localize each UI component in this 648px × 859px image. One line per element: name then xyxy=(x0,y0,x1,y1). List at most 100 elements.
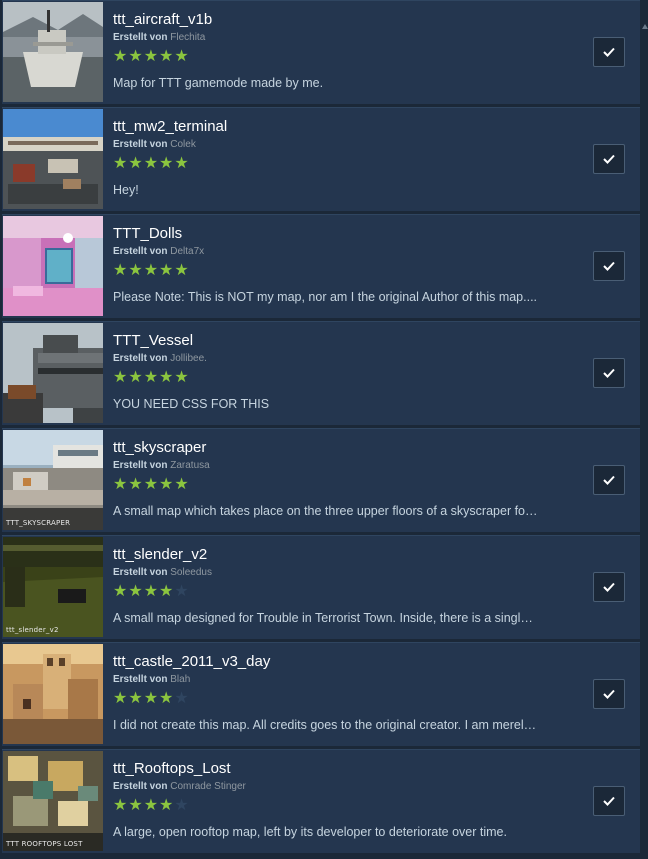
star-icon: ★ xyxy=(143,153,159,172)
star-icon: ★ xyxy=(143,474,159,493)
star-icon: ★ xyxy=(159,260,174,279)
star-icon: ★ xyxy=(143,46,159,65)
map-author: Erstellt von Colek xyxy=(113,139,196,150)
map-description: YOU NEED CSS FOR THIS xyxy=(113,397,270,411)
checkmark-icon xyxy=(603,796,615,806)
subscribed-checkbox[interactable] xyxy=(593,144,625,174)
star-icon: ★ xyxy=(143,688,159,707)
map-title[interactable]: ttt_skyscraper xyxy=(113,439,206,456)
map-author: Erstellt von Blah xyxy=(113,674,190,685)
rating-stars: ★★★★★ xyxy=(113,46,190,65)
map-title[interactable]: ttt_aircraft_v1b xyxy=(113,11,212,28)
checkmark-icon xyxy=(603,582,615,592)
map-title[interactable]: ttt_mw2_terminal xyxy=(113,118,227,135)
rating-stars: ★★★★★ xyxy=(113,795,190,814)
star-icon: ★ xyxy=(128,260,143,279)
map-thumbnail[interactable] xyxy=(3,2,103,102)
checkmark-icon xyxy=(603,689,615,699)
star-icon: ★ xyxy=(174,688,189,707)
map-author: Erstellt von Comrade Stinger xyxy=(113,781,246,792)
map-author: Erstellt von Jollibee. xyxy=(113,353,207,364)
star-icon: ★ xyxy=(143,367,159,386)
thumbnail-image xyxy=(3,751,103,851)
star-icon: ★ xyxy=(159,46,174,65)
thumbnail-image xyxy=(3,109,103,209)
author-name[interactable]: Soleedus xyxy=(170,567,212,578)
map-title[interactable]: ttt_castle_2011_v3_day xyxy=(113,653,270,670)
star-icon: ★ xyxy=(174,367,189,386)
map-description: A large, open rooftop map, left by its d… xyxy=(113,825,507,839)
subscribed-checkbox[interactable] xyxy=(593,358,625,388)
author-name[interactable]: Jollibee. xyxy=(170,353,207,364)
scrollbar[interactable] xyxy=(641,0,648,859)
thumbnail-image xyxy=(3,2,103,102)
star-icon: ★ xyxy=(143,795,159,814)
map-thumbnail[interactable]: ttt_slender_v2 xyxy=(3,537,103,637)
author-prefix: Erstellt von xyxy=(113,567,168,578)
rating-stars: ★★★★★ xyxy=(113,260,190,279)
author-name[interactable]: Flechita xyxy=(170,32,205,43)
scroll-up-arrow-icon[interactable] xyxy=(642,24,648,29)
star-icon: ★ xyxy=(159,581,174,600)
map-title[interactable]: TTT_Dolls xyxy=(113,225,182,242)
map-title[interactable]: ttt_Rooftops_Lost xyxy=(113,760,231,777)
rating-stars: ★★★★★ xyxy=(113,474,190,493)
rating-stars: ★★★★★ xyxy=(113,688,190,707)
map-title[interactable]: ttt_slender_v2 xyxy=(113,546,207,563)
author-prefix: Erstellt von xyxy=(113,353,168,364)
map-thumbnail[interactable] xyxy=(3,644,103,744)
workshop-item-row[interactable]: TTT_SKYSCRAPER ttt_skyscraper Erstellt v… xyxy=(2,428,640,532)
author-prefix: Erstellt von xyxy=(113,139,168,150)
workshop-item-row[interactable]: ttt_slender_v2 ttt_slender_v2 Erstellt v… xyxy=(2,535,640,639)
rating-stars: ★★★★★ xyxy=(113,581,190,600)
workshop-item-row[interactable]: TTT ROOFTOPS LOST ttt_Rooftops_Lost Erst… xyxy=(2,749,640,853)
subscribed-checkbox[interactable] xyxy=(593,679,625,709)
author-prefix: Erstellt von xyxy=(113,674,168,685)
author-prefix: Erstellt von xyxy=(113,246,168,257)
author-name[interactable]: Blah xyxy=(170,674,190,685)
star-icon: ★ xyxy=(113,260,128,279)
star-icon: ★ xyxy=(159,367,174,386)
workshop-item-row[interactable]: ttt_aircraft_v1b Erstellt von Flechita ★… xyxy=(2,0,640,104)
star-icon: ★ xyxy=(113,474,128,493)
map-description: A small map which takes place on the thr… xyxy=(113,504,538,518)
subscribed-checkbox[interactable] xyxy=(593,465,625,495)
rating-stars: ★★★★★ xyxy=(113,153,190,172)
star-icon: ★ xyxy=(143,260,159,279)
star-icon: ★ xyxy=(159,688,174,707)
workshop-item-row[interactable]: ttt_mw2_terminal Erstellt von Colek ★★★★… xyxy=(2,107,640,211)
star-icon: ★ xyxy=(174,46,189,65)
map-thumbnail[interactable] xyxy=(3,323,103,423)
workshop-item-row[interactable]: TTT_Dolls Erstellt von Delta7x ★★★★★ Ple… xyxy=(2,214,640,318)
checkmark-icon xyxy=(603,475,615,485)
map-description: Map for TTT gamemode made by me. xyxy=(113,76,324,90)
star-icon: ★ xyxy=(113,46,128,65)
map-author: Erstellt von Flechita xyxy=(113,32,205,43)
star-icon: ★ xyxy=(174,474,189,493)
checkmark-icon xyxy=(603,47,615,57)
author-name[interactable]: Zaratusa xyxy=(170,460,209,471)
star-icon: ★ xyxy=(128,795,143,814)
workshop-item-row[interactable]: ttt_castle_2011_v3_day Erstellt von Blah… xyxy=(2,642,640,746)
map-thumbnail[interactable] xyxy=(3,216,103,316)
author-name[interactable]: Delta7x xyxy=(170,246,204,257)
star-icon: ★ xyxy=(159,474,174,493)
map-thumbnail[interactable] xyxy=(3,109,103,209)
map-thumbnail[interactable]: TTT_SKYSCRAPER xyxy=(3,430,103,530)
map-thumbnail[interactable]: TTT ROOFTOPS LOST xyxy=(3,751,103,851)
subscribed-checkbox[interactable] xyxy=(593,786,625,816)
map-author: Erstellt von Delta7x xyxy=(113,246,204,257)
subscribed-checkbox[interactable] xyxy=(593,37,625,67)
author-prefix: Erstellt von xyxy=(113,32,168,43)
author-name[interactable]: Colek xyxy=(170,139,196,150)
workshop-item-row[interactable]: TTT_Vessel Erstellt von Jollibee. ★★★★★ … xyxy=(2,321,640,425)
map-title[interactable]: TTT_Vessel xyxy=(113,332,193,349)
map-description: Please Note: This is NOT my map, nor am … xyxy=(113,290,538,304)
author-name[interactable]: Comrade Stinger xyxy=(170,781,246,792)
subscribed-checkbox[interactable] xyxy=(593,572,625,602)
star-icon: ★ xyxy=(174,581,189,600)
subscribed-checkbox[interactable] xyxy=(593,251,625,281)
star-icon: ★ xyxy=(174,260,189,279)
star-icon: ★ xyxy=(128,46,143,65)
checkmark-icon xyxy=(603,154,615,164)
